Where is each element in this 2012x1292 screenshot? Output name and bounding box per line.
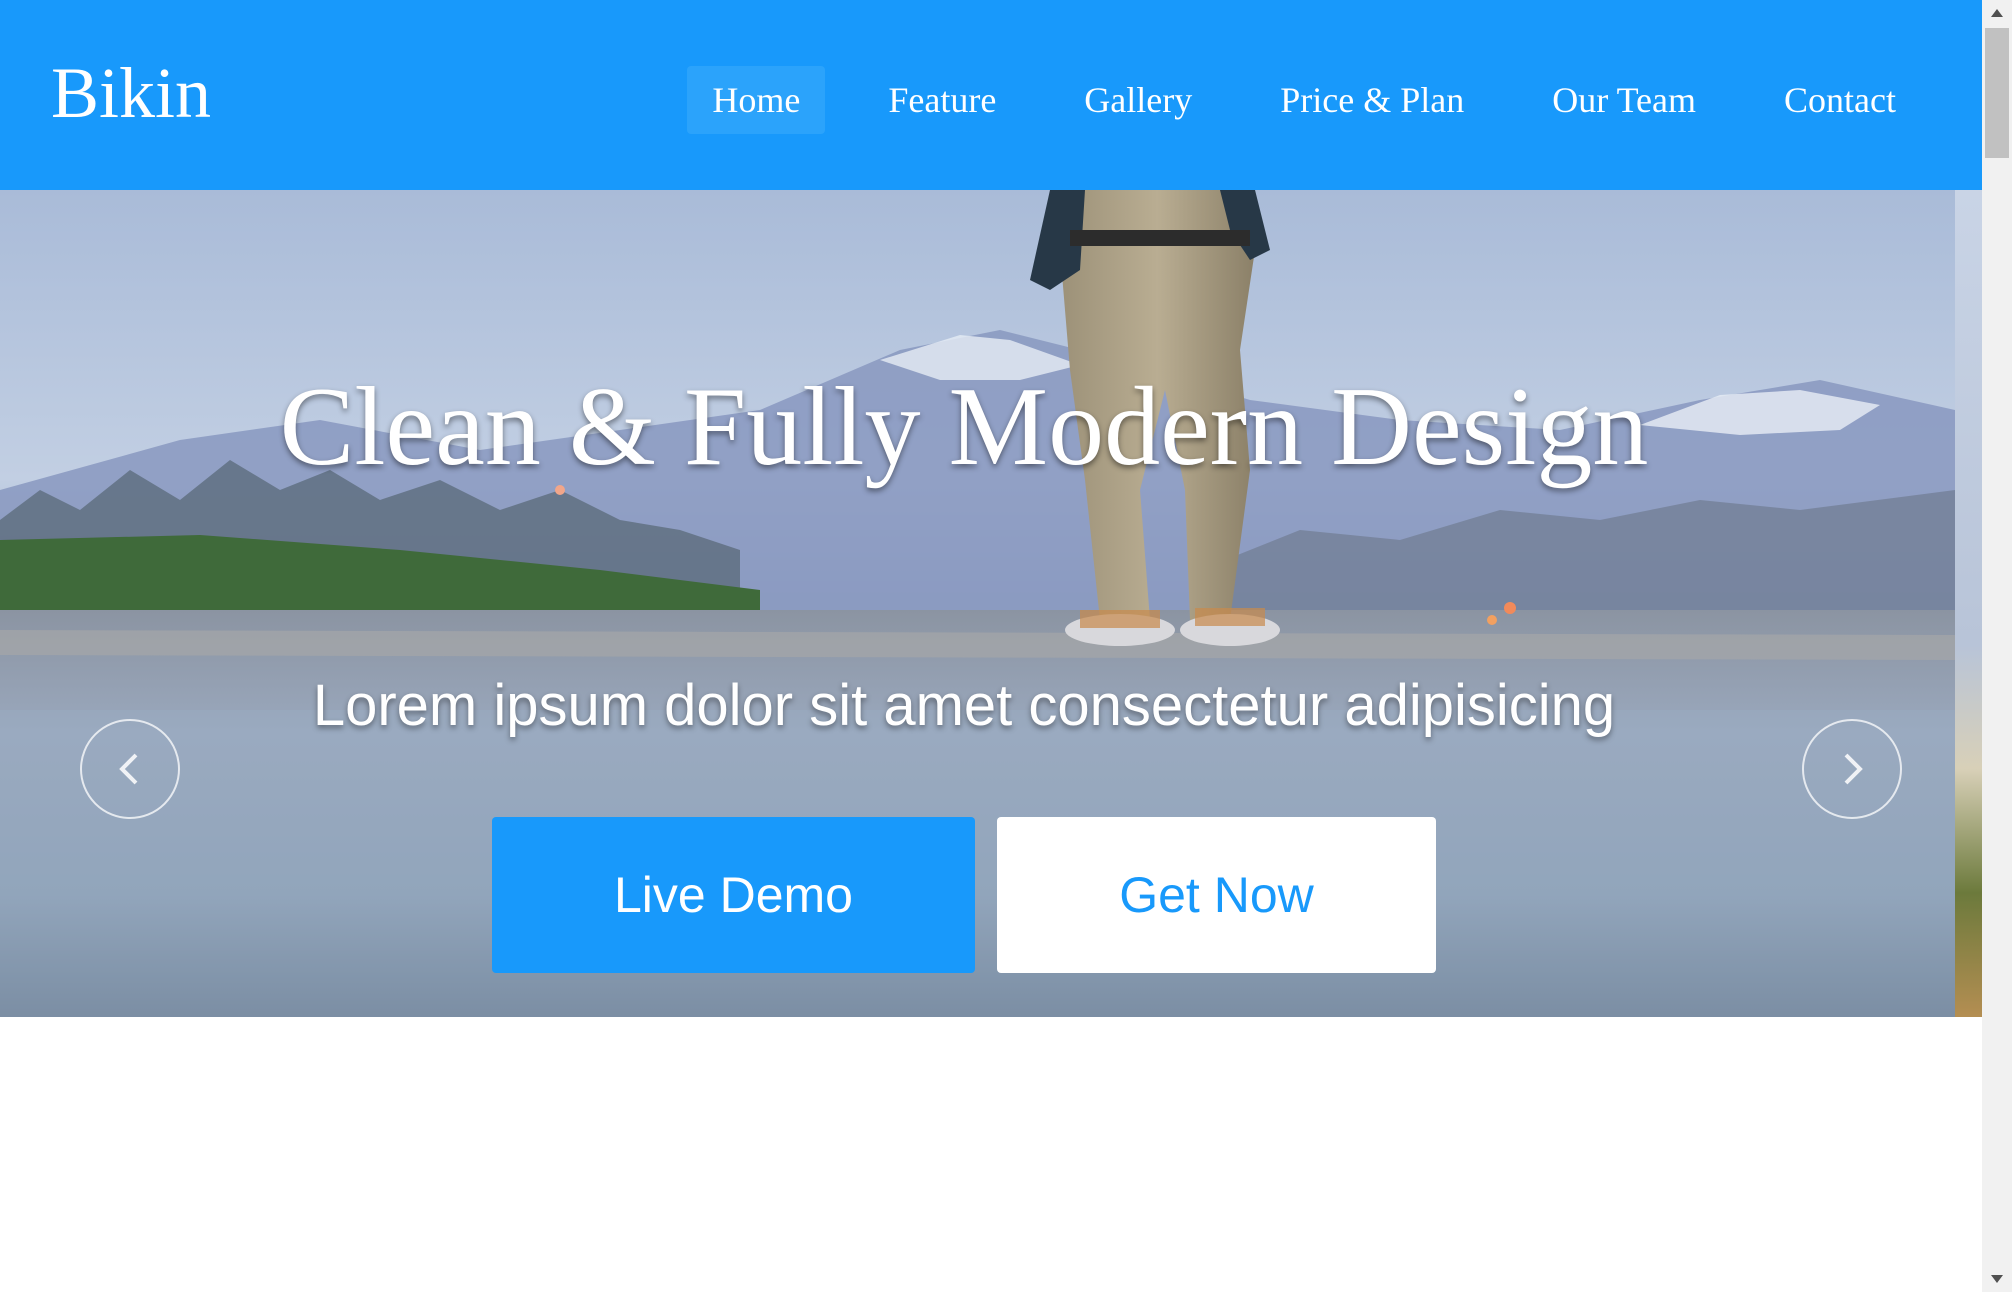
get-now-button[interactable]: Get Now bbox=[997, 817, 1436, 973]
hero-subtitle: Lorem ipsum dolor sit amet consectetur a… bbox=[312, 673, 1616, 738]
live-demo-button[interactable]: Live Demo bbox=[492, 817, 975, 973]
next-slide-peek bbox=[1955, 190, 1982, 1017]
nav-item-feature[interactable]: Feature bbox=[863, 66, 1021, 134]
site-header: Bikin Home Feature Gallery Price & Plan … bbox=[0, 0, 1982, 190]
nav-item-contact[interactable]: Contact bbox=[1759, 66, 1921, 134]
nav-item-our-team[interactable]: Our Team bbox=[1527, 66, 1721, 134]
hero-title: Clean & Fully Modern Design bbox=[279, 365, 1649, 489]
main-nav: Home Feature Gallery Price & Plan Our Te… bbox=[649, 66, 1921, 134]
scroll-down-arrow-icon[interactable] bbox=[1982, 1266, 2012, 1292]
nav-item-home[interactable]: Home bbox=[687, 66, 826, 134]
site-logo[interactable]: Bikin bbox=[51, 52, 211, 134]
chevron-right-icon bbox=[1844, 753, 1863, 785]
page-scrollbar[interactable] bbox=[1982, 0, 2012, 1292]
hero-background-image bbox=[0, 190, 1955, 1017]
nav-item-gallery[interactable]: Gallery bbox=[1059, 66, 1217, 134]
scroll-up-arrow-icon[interactable] bbox=[1982, 0, 2012, 26]
hero-slider bbox=[0, 190, 1955, 1017]
scrollbar-thumb[interactable] bbox=[1985, 28, 2009, 158]
chevron-left-icon bbox=[119, 753, 138, 785]
nav-item-price-plan[interactable]: Price & Plan bbox=[1255, 66, 1489, 134]
page: Bikin Home Feature Gallery Price & Plan … bbox=[0, 0, 2012, 1292]
